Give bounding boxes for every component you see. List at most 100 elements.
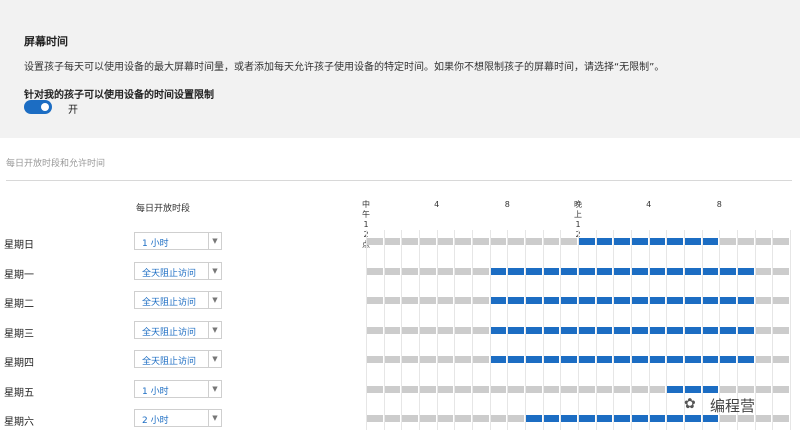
blocked-time-slot[interactable] xyxy=(473,267,489,275)
allowed-time-slot[interactable] xyxy=(702,326,719,334)
blocked-time-slot[interactable] xyxy=(384,326,401,334)
blocked-time-slot[interactable] xyxy=(490,415,507,422)
allowed-time-slot[interactable] xyxy=(543,326,560,334)
allowed-time-slot[interactable] xyxy=(632,326,648,334)
allowed-time-slot[interactable] xyxy=(649,238,666,245)
blocked-time-slot[interactable] xyxy=(367,326,383,334)
allowed-time-slot[interactable] xyxy=(526,356,542,363)
allowed-time-slot[interactable] xyxy=(508,326,524,334)
blocked-time-slot[interactable] xyxy=(473,415,489,422)
allowed-time-slot[interactable] xyxy=(526,326,542,334)
blocked-time-slot[interactable] xyxy=(773,385,789,393)
allowed-time-slot[interactable] xyxy=(702,385,719,393)
allowed-time-slot[interactable] xyxy=(632,415,648,422)
blocked-time-slot[interactable] xyxy=(561,238,577,245)
allowed-time-slot[interactable] xyxy=(543,267,560,275)
blocked-time-slot[interactable] xyxy=(526,238,542,245)
blocked-time-slot[interactable] xyxy=(773,238,789,245)
blocked-time-slot[interactable] xyxy=(508,238,524,245)
limit-toggle[interactable] xyxy=(24,100,52,114)
allowed-time-slot[interactable] xyxy=(579,238,595,245)
daily-limit-select[interactable]: 全天阻止访问 ▼ xyxy=(134,350,222,368)
blocked-time-slot[interactable] xyxy=(755,326,772,334)
blocked-time-slot[interactable] xyxy=(632,385,648,393)
blocked-time-slot[interactable] xyxy=(367,267,383,275)
blocked-time-slot[interactable] xyxy=(738,385,754,393)
allowed-time-slot[interactable] xyxy=(614,326,630,334)
blocked-time-slot[interactable] xyxy=(755,356,772,363)
allowed-time-slot[interactable] xyxy=(702,297,719,304)
allowed-time-slot[interactable] xyxy=(667,238,683,245)
allowed-time-slot[interactable] xyxy=(702,238,719,245)
allowed-time-slot[interactable] xyxy=(685,415,701,422)
allowed-time-slot[interactable] xyxy=(614,415,630,422)
allowed-time-slot[interactable] xyxy=(596,267,613,275)
allowed-time-slot[interactable] xyxy=(508,297,524,304)
blocked-time-slot[interactable] xyxy=(420,326,436,334)
blocked-time-slot[interactable] xyxy=(402,267,418,275)
allowed-time-slot[interactable] xyxy=(738,326,754,334)
blocked-time-slot[interactable] xyxy=(455,238,471,245)
blocked-time-slot[interactable] xyxy=(755,415,772,422)
allowed-time-slot[interactable] xyxy=(508,267,524,275)
blocked-time-slot[interactable] xyxy=(773,267,789,275)
allowed-time-slot[interactable] xyxy=(649,297,666,304)
blocked-time-slot[interactable] xyxy=(384,267,401,275)
allowed-time-slot[interactable] xyxy=(632,297,648,304)
blocked-time-slot[interactable] xyxy=(773,297,789,304)
allowed-time-slot[interactable] xyxy=(685,385,701,393)
allowed-time-slot[interactable] xyxy=(543,415,560,422)
allowed-time-slot[interactable] xyxy=(649,356,666,363)
blocked-time-slot[interactable] xyxy=(367,238,383,245)
blocked-time-slot[interactable] xyxy=(367,415,383,422)
allowed-time-slot[interactable] xyxy=(667,415,683,422)
allowed-time-slot[interactable] xyxy=(579,297,595,304)
allowed-time-slot[interactable] xyxy=(667,297,683,304)
allowed-time-slot[interactable] xyxy=(561,356,577,363)
blocked-time-slot[interactable] xyxy=(420,385,436,393)
blocked-time-slot[interactable] xyxy=(508,415,524,422)
daily-limit-select[interactable]: 1 小时 ▼ xyxy=(134,379,222,398)
daily-limit-select[interactable]: 2 小时 ▼ xyxy=(134,409,222,427)
allowed-time-slot[interactable] xyxy=(596,415,613,422)
blocked-time-slot[interactable] xyxy=(526,385,542,393)
allowed-time-slot[interactable] xyxy=(543,356,560,363)
blocked-time-slot[interactable] xyxy=(420,267,436,275)
allowed-time-slot[interactable] xyxy=(632,267,648,275)
allowed-time-slot[interactable] xyxy=(632,238,648,245)
allowed-time-slot[interactable] xyxy=(720,356,736,363)
allowed-time-slot[interactable] xyxy=(561,297,577,304)
blocked-time-slot[interactable] xyxy=(738,415,754,422)
allowed-time-slot[interactable] xyxy=(702,356,719,363)
allowed-time-slot[interactable] xyxy=(667,385,683,393)
allowed-time-slot[interactable] xyxy=(526,415,542,422)
blocked-time-slot[interactable] xyxy=(455,415,471,422)
blocked-time-slot[interactable] xyxy=(755,297,772,304)
blocked-time-slot[interactable] xyxy=(384,297,401,304)
blocked-time-slot[interactable] xyxy=(473,238,489,245)
blocked-time-slot[interactable] xyxy=(755,385,772,393)
allowed-time-slot[interactable] xyxy=(614,356,630,363)
blocked-time-slot[interactable] xyxy=(773,415,789,422)
allowed-time-slot[interactable] xyxy=(579,415,595,422)
daily-limit-select[interactable]: 全天阻止访问 ▼ xyxy=(134,291,222,309)
blocked-time-slot[interactable] xyxy=(614,385,630,393)
allowed-time-slot[interactable] xyxy=(649,326,666,334)
blocked-time-slot[interactable] xyxy=(490,385,507,393)
allowed-time-slot[interactable] xyxy=(720,326,736,334)
blocked-time-slot[interactable] xyxy=(455,267,471,275)
allowed-time-slot[interactable] xyxy=(738,297,754,304)
allowed-time-slot[interactable] xyxy=(614,267,630,275)
allowed-time-slot[interactable] xyxy=(614,238,630,245)
allowed-time-slot[interactable] xyxy=(596,238,613,245)
blocked-time-slot[interactable] xyxy=(561,385,577,393)
blocked-time-slot[interactable] xyxy=(437,326,454,334)
blocked-time-slot[interactable] xyxy=(384,356,401,363)
allowed-time-slot[interactable] xyxy=(561,267,577,275)
blocked-time-slot[interactable] xyxy=(402,238,418,245)
allowed-time-slot[interactable] xyxy=(738,356,754,363)
blocked-time-slot[interactable] xyxy=(420,356,436,363)
blocked-time-slot[interactable] xyxy=(738,238,754,245)
blocked-time-slot[interactable] xyxy=(420,415,436,422)
blocked-time-slot[interactable] xyxy=(437,356,454,363)
